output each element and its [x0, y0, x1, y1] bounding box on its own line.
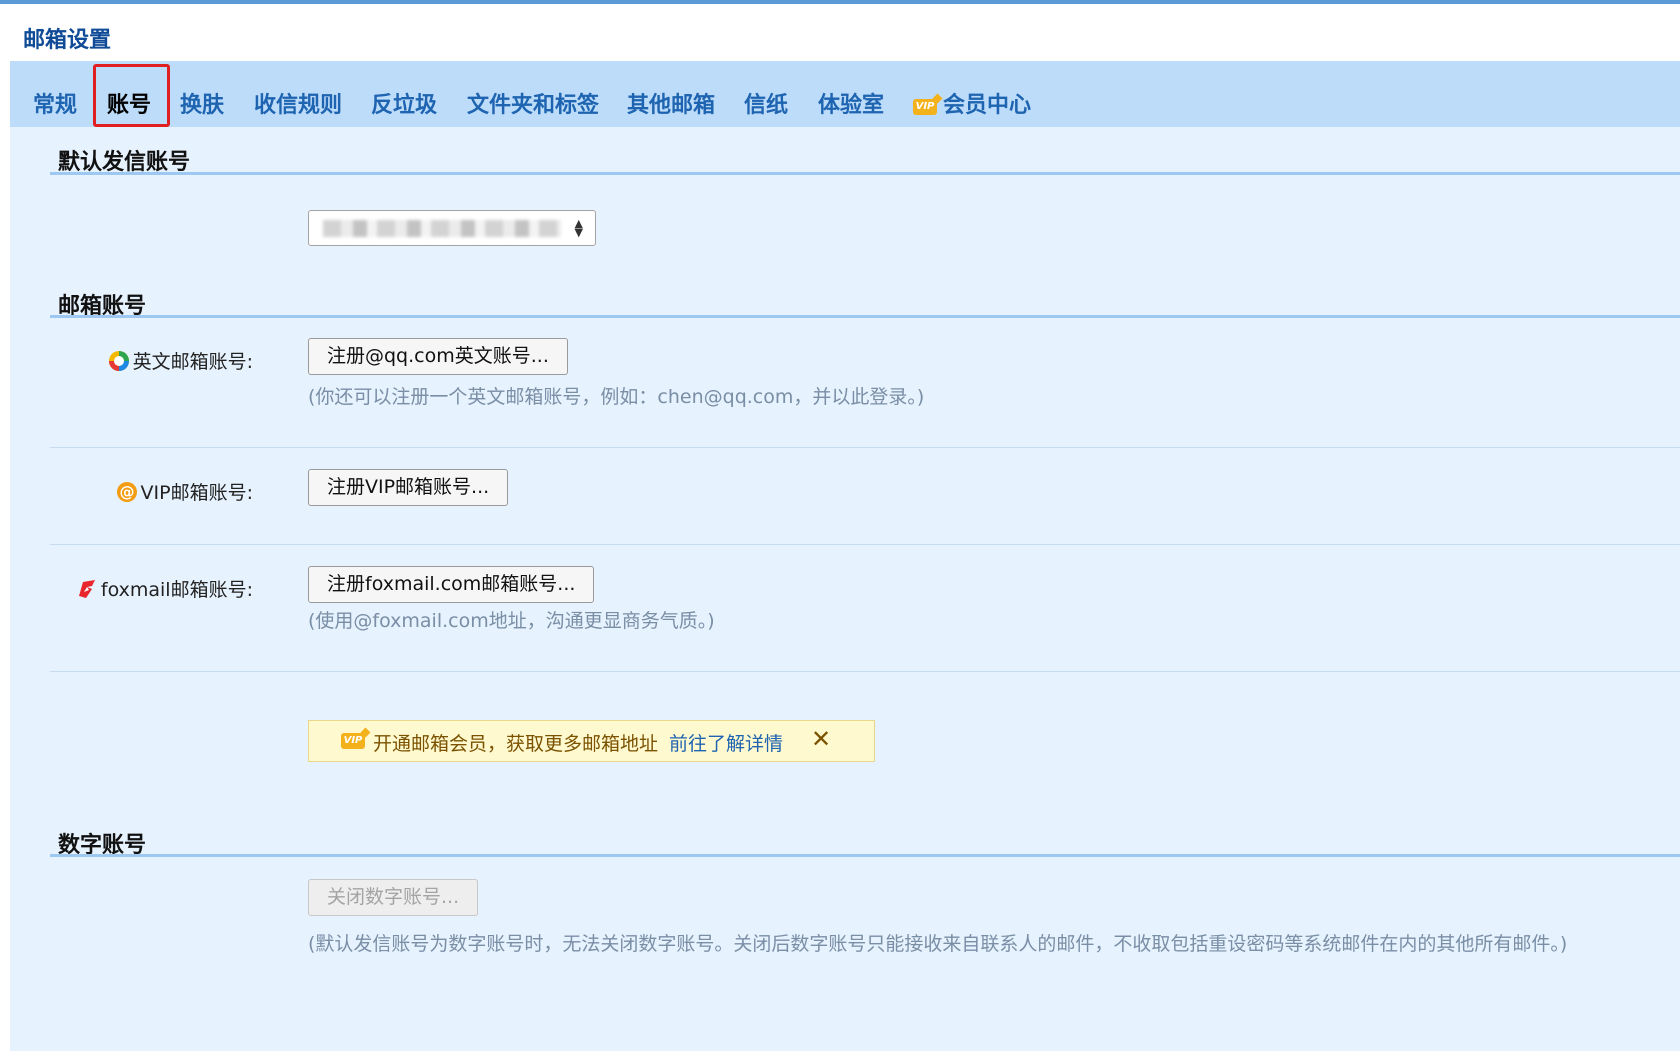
redacted-account-value: [323, 220, 561, 237]
tab-folders-labels[interactable]: 文件夹和标签: [467, 87, 599, 119]
close-icon[interactable]: ✕: [811, 725, 831, 753]
promo-details-link[interactable]: 前往了解详情: [669, 729, 783, 756]
tab-other-mailboxes[interactable]: 其他邮箱: [627, 87, 715, 119]
vip-icon: VIP: [913, 99, 937, 115]
vip-account-label-text: VIP邮箱账号:: [140, 482, 253, 504]
register-foxmail-account-button[interactable]: 注册foxmail.com邮箱账号...: [308, 566, 595, 603]
foxmail-account-label-text: foxmail邮箱账号:: [100, 579, 253, 601]
row-divider: [50, 544, 1680, 545]
tab-skin[interactable]: 换肤: [180, 87, 224, 119]
close-number-account-button[interactable]: 关闭数字账号...: [308, 879, 479, 916]
default-account-select[interactable]: ▲ ▼: [308, 210, 596, 246]
section-divider: [50, 315, 1680, 318]
english-account-label-text: 英文邮箱账号:: [132, 351, 253, 373]
vip-promo-banner: VIP 开通邮箱会员，获取更多邮箱地址 前往了解详情 ✕: [308, 720, 875, 762]
tab-anti-spam[interactable]: 反垃圾: [371, 87, 437, 119]
qq-logo-icon: [108, 351, 129, 371]
foxmail-account-hint: (使用@foxmail.com地址，沟通更显商务气质。): [308, 610, 715, 632]
row-divider: [50, 447, 1680, 448]
page-title: 邮箱设置: [23, 28, 112, 53]
at-sign-icon: @: [116, 482, 137, 502]
english-account-hint: (你还可以注册一个英文邮箱账号，例如：chen@qq.com，并以此登录。): [308, 386, 925, 408]
select-arrows-icon: ▲ ▼: [574, 217, 583, 239]
section-divider: [50, 854, 1680, 857]
vip-account-label: @ VIP邮箱账号:: [116, 478, 253, 505]
tab-vip-center[interactable]: VIP 会员中心: [913, 87, 1031, 119]
vip-icon: VIP: [341, 733, 365, 749]
top-accent-line: [0, 0, 1680, 4]
tab-general[interactable]: 常规: [33, 87, 77, 119]
tab-receive-rules[interactable]: 收信规则: [254, 87, 342, 119]
settings-content: 默认发信账号 ▲ ▼ 邮箱账号 英文邮箱账号: 注册@qq.com英文账号... …: [10, 127, 1680, 1051]
foxmail-logo-icon: [78, 580, 95, 598]
register-vip-account-button[interactable]: 注册VIP邮箱账号...: [308, 469, 509, 506]
active-tab-highlight: [93, 64, 170, 127]
svg-text:@: @: [119, 483, 134, 501]
settings-tab-bar: 常规 账号 换肤 收信规则 反垃圾 文件夹和标签 其他邮箱 信纸 体验室 VIP…: [10, 61, 1680, 127]
section-divider: [50, 172, 1680, 175]
english-account-label: 英文邮箱账号:: [108, 347, 253, 374]
foxmail-account-label: foxmail邮箱账号:: [76, 575, 253, 602]
tab-lab[interactable]: 体验室: [818, 87, 884, 119]
number-account-hint: (默认发信账号为数字账号时，无法关闭数字账号。关闭后数字账号只能接收来自联系人的…: [308, 933, 1568, 955]
row-divider: [50, 671, 1680, 672]
register-english-account-button[interactable]: 注册@qq.com英文账号...: [308, 338, 568, 375]
tab-stationery[interactable]: 信纸: [744, 87, 788, 119]
promo-message: 开通邮箱会员，获取更多邮箱地址: [373, 733, 659, 755]
tab-vip-center-label: 会员中心: [943, 93, 1032, 118]
